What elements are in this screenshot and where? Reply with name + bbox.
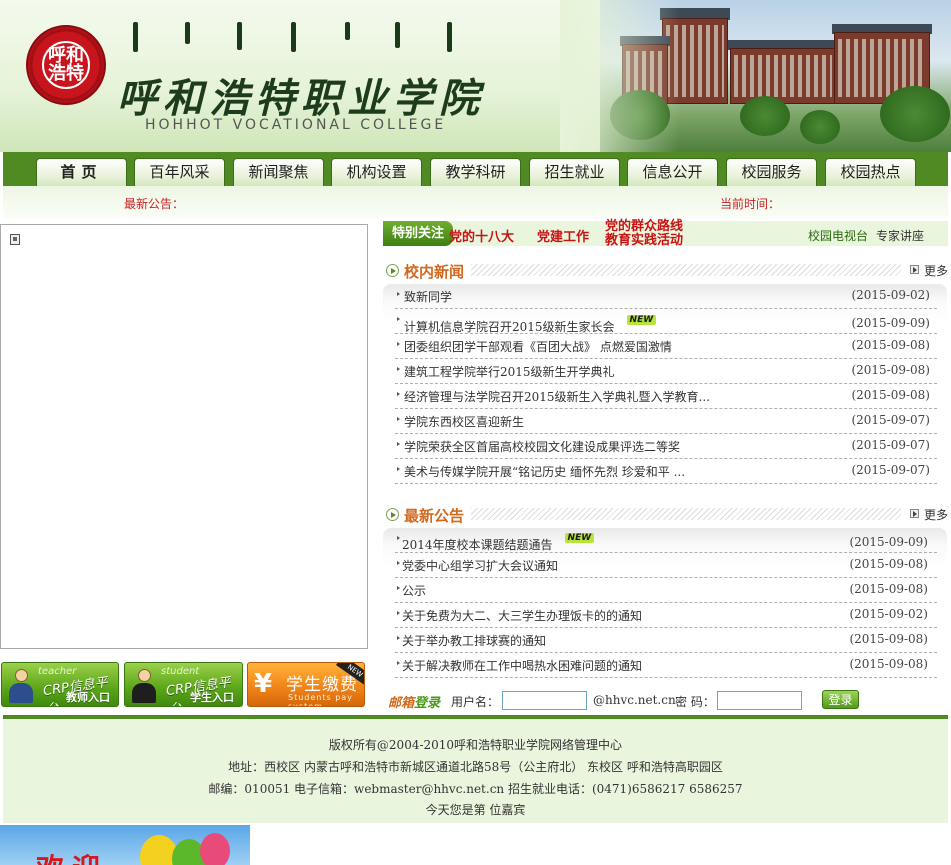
welcome-text: 欢迎 (36, 847, 108, 865)
nav-organization[interactable]: 机构设置 (331, 158, 422, 186)
student-payment-button[interactable]: ¥ 学生缴费 Students pay system NEW (247, 662, 365, 707)
current-time-label: 当前时间： (720, 197, 781, 211)
campus-news-more-link[interactable]: 更多 (924, 262, 948, 279)
footer-address: 地址：西校区 内蒙古呼和浩特市新城区通道北路58号（公主府北） 东校区 呼和浩特… (228, 760, 723, 774)
nav-campus-hotspot[interactable]: 校园热点 (825, 158, 916, 186)
username-label: 用户名： (451, 695, 500, 709)
news-row[interactable]: 致新同学 (2015-09-02) (395, 284, 937, 309)
news-row[interactable]: 经济管理与法学院召开2015级新生入学典礼暨入学教育... (2015-09-0… (395, 384, 937, 409)
college-name-chinese: 呼和浩特职业学院 (117, 75, 485, 122)
nav-history[interactable]: 百年风采 (134, 158, 225, 186)
special-focus-tag: 特别关注 (383, 221, 453, 246)
new-badge: NEW (626, 315, 657, 325)
password-label: 密 码： (675, 695, 715, 709)
nav-home[interactable]: 首页 (36, 158, 127, 186)
welcome-banner[interactable]: 欢迎 (0, 825, 250, 865)
news-row[interactable]: 团委组织团学干部观看《百团大战》 点燃爱国激情 (2015-09-08) (395, 334, 937, 359)
nav-teaching-research[interactable]: 教学科研 (430, 158, 521, 186)
seal-text: 呼和浩特 (42, 41, 90, 89)
notice-row[interactable]: 关于免费为大二、大三学生办理饭卡的的通知 (2015-09-02) (395, 603, 937, 628)
college-name-english: HOHHOT VOCATIONAL COLLEGE (145, 117, 447, 133)
portal-buttons: teacher CRP信息平台 教师入口 student CRP信息平台 学生入… (0, 662, 370, 707)
link-18th-congress[interactable]: 党的十八大 (449, 226, 514, 245)
site-footer: 版权所有@2004-2010呼和浩特职业学院网络管理中心 地址：西校区 内蒙古呼… (3, 719, 948, 823)
broken-image-icon (10, 234, 20, 245)
yen-icon: ¥ (254, 669, 273, 699)
news-row[interactable]: 学院荣获全区首届高校校园文化建设成果评选二等奖 (2015-09-07) (395, 434, 937, 459)
notice-row[interactable]: 党委中心组学习扩大会议通知 (2015-09-08) (395, 553, 937, 578)
notice-row[interactable]: 关于解决教师在工作中喝热水困难问题的通知 (2015-09-08) (395, 653, 937, 678)
news-row[interactable]: 学院东西校区喜迎新生 (2015-09-07) (395, 409, 937, 434)
link-party-building[interactable]: 党建工作 (537, 226, 589, 245)
news-row[interactable]: 美术与传媒学院开展“铭记历史 缅怀先烈 珍爱和平 ... (2015-09-07… (395, 459, 937, 484)
teacher-portal-button[interactable]: teacher CRP信息平台 教师入口 (1, 662, 119, 707)
footer-visitor-counter: 今天您是第 位嘉宾 (425, 803, 526, 817)
latest-notices-list: 2014年度校本课题结题通告 NEW (2015-09-09) 党委中心组学习扩大… (383, 528, 947, 682)
balloon-icon (200, 833, 230, 865)
section-arrow-icon (386, 264, 399, 277)
latest-notices-header: 最新公告 更多 (383, 505, 948, 525)
link-mass-line-line2[interactable]: 教育实践活动 (605, 234, 683, 248)
page: 呼和浩特 呼和浩特职业学院 HOHHOT VOCATIONAL COLLEGE (0, 0, 951, 865)
student-portal-button[interactable]: student CRP信息平台 学生入口 (124, 662, 243, 707)
notice-row[interactable]: 2014年度校本课题结题通告 NEW (2015-09-09) (395, 528, 937, 553)
link-expert-lectures[interactable]: 专家讲座 (876, 227, 924, 244)
username-input[interactable] (502, 691, 587, 710)
notice-row[interactable]: 关于举办教工排球赛的通知 (2015-09-08) (395, 628, 937, 653)
campus-news-title: 校内新闻 (404, 263, 465, 281)
footer-copyright: 版权所有@2004-2010呼和浩特职业学院网络管理中心 (328, 738, 623, 752)
new-badge: NEW (564, 533, 595, 543)
email-login-brand: 邮箱登录 (388, 696, 441, 711)
latest-notices-title: 最新公告 (404, 507, 465, 525)
email-domain-label: @hhvc.net.cn (593, 693, 676, 707)
link-mass-line-line1[interactable]: 党的群众路线 (605, 220, 683, 234)
section-arrow-icon (386, 508, 399, 521)
news-row[interactable]: 建筑工程学院举行2015级新生开学典礼 (2015-09-08) (395, 359, 937, 384)
mongolian-script-title (125, 22, 465, 56)
student-graduate-icon (130, 669, 158, 703)
login-button[interactable]: 登录 (822, 690, 859, 709)
campus-news-list: 致新同学 (2015-09-02) 计算机信息学院召开2015级新生家长会 NEW… (383, 284, 947, 488)
latest-notices-more-link[interactable]: 更多 (924, 506, 948, 523)
link-campus-tv[interactable]: 校园电视台 (808, 227, 868, 244)
nav-info-disclosure[interactable]: 信息公开 (627, 158, 718, 186)
site-header: 呼和浩特 呼和浩特职业学院 HOHHOT VOCATIONAL COLLEGE (0, 0, 951, 152)
nav-admission-employment[interactable]: 招生就业 (529, 158, 620, 186)
nav-campus-service[interactable]: 校园服务 (726, 158, 817, 186)
teacher-avatar-icon (7, 669, 35, 703)
nav-news-focus[interactable]: 新闻聚焦 (233, 158, 324, 186)
footer-contact: 邮编：010051 电子信箱：webmaster@hhvc.net.cn 招生就… (208, 782, 743, 796)
notice-row[interactable]: 公示 (2015-09-08) (395, 578, 937, 603)
more-arrow-icon (910, 509, 919, 518)
image-slideshow[interactable] (0, 224, 368, 649)
news-row[interactable]: 计算机信息学院召开2015级新生家长会 NEW (2015-09-09) (395, 309, 937, 334)
main-nav: 首页 百年风采 新闻聚焦 机构设置 教学科研 招生就业 信息公开 校园服务 校园… (3, 152, 948, 186)
notice-bar: 最新公告： 当前时间： (3, 186, 948, 218)
special-focus-bar: 特别关注 党的十八大 党建工作 党的群众路线 教育实践活动 校园电视台 专家讲座 (383, 220, 948, 248)
more-arrow-icon (910, 265, 919, 274)
password-input[interactable] (717, 691, 802, 710)
latest-notice-label: 最新公告： (124, 197, 185, 211)
email-login-form: 邮箱登录 用户名： @hhvc.net.cn 密 码： 登录 (388, 689, 948, 713)
college-seal-logo[interactable]: 呼和浩特 (26, 25, 106, 105)
campus-news-header: 校内新闻 更多 (383, 261, 948, 281)
